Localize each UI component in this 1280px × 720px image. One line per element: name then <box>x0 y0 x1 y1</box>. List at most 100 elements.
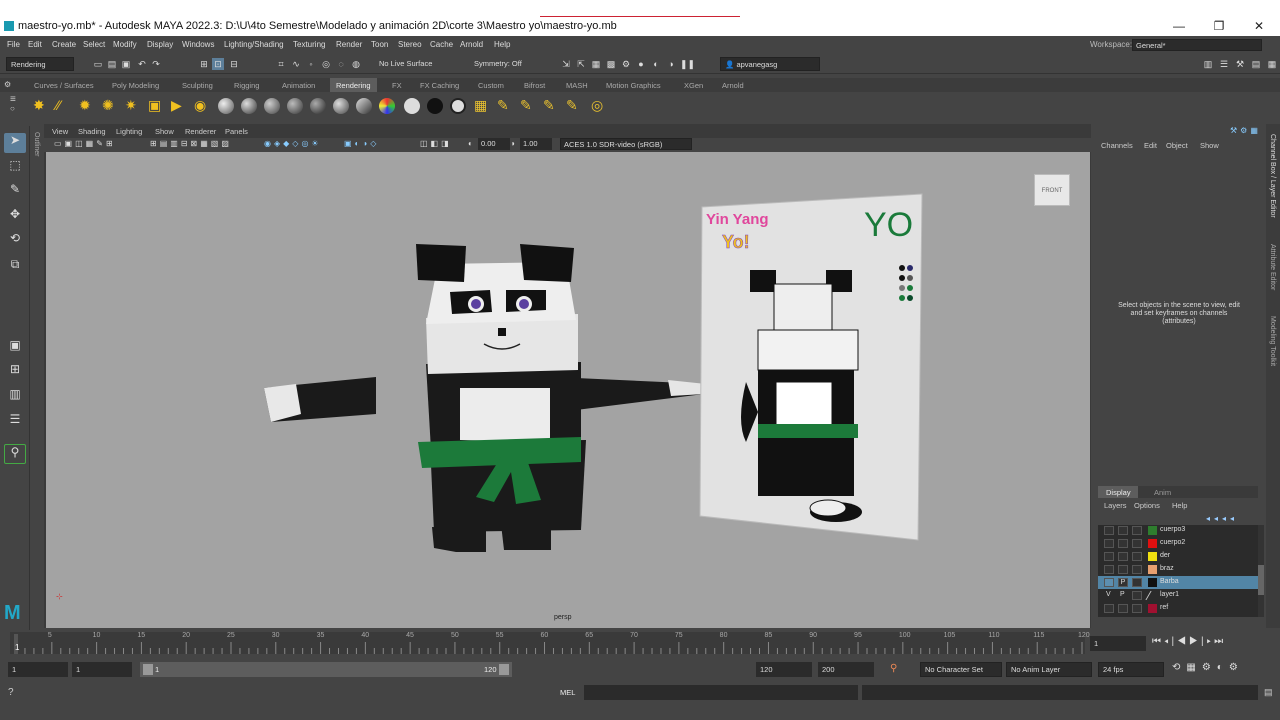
standard-surface-icon[interactable] <box>287 98 303 114</box>
tab-poly-modeling[interactable]: Poly Modeling <box>106 78 165 92</box>
layer-p-flag[interactable]: P <box>1120 591 1125 598</box>
close-button[interactable]: ✕ <box>1252 19 1266 33</box>
scale-tool-icon[interactable]: ⧉ <box>4 257 26 277</box>
channel-menu-object[interactable]: Object <box>1166 141 1188 150</box>
arnold-render-icon[interactable]: ◑ <box>665 58 677 70</box>
menu-render[interactable]: Render <box>336 40 362 49</box>
bake-icon[interactable]: ✎ <box>543 97 555 114</box>
ipr-render-icon[interactable]: ▩ <box>605 58 617 70</box>
tab-xgen[interactable]: XGen <box>678 78 709 92</box>
layer-row[interactable]: der <box>1098 550 1258 563</box>
minimize-button[interactable]: — <box>1172 19 1186 33</box>
ramp-shader-icon[interactable] <box>356 98 372 114</box>
playback-end-field[interactable]: 120 <box>756 662 812 677</box>
layer-menu-help[interactable]: Help <box>1172 501 1187 510</box>
side-tab-channel-box[interactable]: Channel Box / Layer Editor <box>1269 134 1276 218</box>
snap-view-icon[interactable]: ◎ <box>320 58 332 70</box>
scene-end-field[interactable]: 200 <box>818 662 874 677</box>
skydome-light-icon[interactable]: ◉ <box>194 97 206 114</box>
menu-windows[interactable]: Windows <box>182 40 214 49</box>
outlined-material-icon[interactable] <box>450 98 466 114</box>
color-space-dropdown[interactable]: ACES 1.0 SDR-video (sRGB) <box>560 138 692 150</box>
checker-texture-icon[interactable] <box>379 98 395 114</box>
layer-menu-layers[interactable]: Layers <box>1104 501 1127 510</box>
pause-icon[interactable]: ❚❚ <box>680 58 695 70</box>
history-icon[interactable]: ⇲ <box>560 58 572 70</box>
shading-mode-icons[interactable]: ◉◈◆◇◎☀ <box>264 139 322 148</box>
user-account-dropdown[interactable]: 👤 apvanegasg <box>720 57 820 71</box>
tab-motion-graphics[interactable]: Motion Graphics <box>600 78 667 92</box>
menu-edit[interactable]: Edit <box>28 40 42 49</box>
ambient-light-icon[interactable]: ✸ <box>33 97 45 114</box>
layer-row[interactable]: ref <box>1098 602 1258 615</box>
tool-settings-icon[interactable]: ⚒ <box>1234 58 1246 70</box>
move-tool-icon[interactable]: ✥ <box>4 207 26 227</box>
current-frame-field[interactable]: 1 <box>1090 636 1146 651</box>
anim-layer-dropdown[interactable]: No Anim Layer <box>1006 662 1092 677</box>
layer-row-selected[interactable]: P Barba <box>1098 576 1258 589</box>
command-input[interactable] <box>584 685 858 700</box>
isolate-select-icons[interactable]: ▣◐◑◇ <box>344 139 379 148</box>
live-surface-label[interactable]: No Live Surface <box>379 59 432 68</box>
spot-light-icon[interactable]: ✺ <box>102 97 114 114</box>
four-view-icon[interactable]: ⊞ <box>4 362 26 382</box>
search-icon[interactable]: ⚲ <box>4 444 26 464</box>
layer-menu-options[interactable]: Options <box>1134 501 1160 510</box>
gamma-field[interactable]: 1.00 <box>520 138 552 150</box>
menu-modify[interactable]: Modify <box>113 40 137 49</box>
anisotropic-material-icon[interactable] <box>310 98 326 114</box>
menu-lighting-shading[interactable]: Lighting/Shading <box>224 40 284 49</box>
menu-file[interactable]: File <box>7 40 20 49</box>
script-language-toggle[interactable]: MEL <box>560 688 575 697</box>
grid-display-icons[interactable]: ⊞▤▥⊟⊠▦▧▨ <box>150 139 232 148</box>
character-set-dropdown[interactable]: No Character Set <box>920 662 1002 677</box>
menu-toon[interactable]: Toon <box>371 40 388 49</box>
light-editor-icon[interactable]: ✎ <box>520 97 532 114</box>
maximize-button[interactable]: ❐ <box>1212 19 1226 33</box>
white-material-icon[interactable] <box>404 98 420 114</box>
black-material-icon[interactable] <box>427 98 443 114</box>
select-hierarchy-icon[interactable]: ⊞ <box>198 58 210 70</box>
new-scene-icon[interactable]: ▭ <box>92 58 104 70</box>
tab-anim[interactable]: Anim <box>1154 488 1171 497</box>
menu-help[interactable]: Help <box>494 40 510 49</box>
layer-scrollbar[interactable] <box>1258 525 1264 617</box>
viewport-menu-lighting[interactable]: Lighting <box>116 127 142 136</box>
layer-row[interactable]: cuerpo2 <box>1098 537 1258 550</box>
menu-arnold[interactable]: Arnold <box>460 40 483 49</box>
menu-texturing[interactable]: Texturing <box>293 40 325 49</box>
layer-row[interactable]: V P layer1 <box>1098 589 1258 602</box>
tab-fx[interactable]: FX <box>386 78 408 92</box>
outliner-layout-icon[interactable]: ☰ <box>4 412 26 432</box>
channel-menu-edit[interactable]: Edit <box>1144 141 1157 150</box>
side-tab-attribute-editor[interactable]: Attribute Editor <box>1269 244 1276 290</box>
persp-outliner-icon[interactable]: ▥ <box>4 387 26 407</box>
shelf-editor-icon[interactable]: ○ <box>10 104 15 113</box>
fps-dropdown[interactable]: 24 fps <box>1098 662 1164 677</box>
tab-display[interactable]: Display <box>1098 486 1138 498</box>
paint-select-icon[interactable]: ✎ <box>4 182 26 202</box>
layer-action-icons[interactable]: ◂◂◂◂ <box>1206 514 1238 523</box>
help-icon[interactable]: ? <box>8 687 14 698</box>
snap-edge-icon[interactable]: ◍ <box>350 58 362 70</box>
directional-light-icon[interactable]: ⁄⁄ <box>56 97 61 113</box>
symmetry-label[interactable]: Symmetry: Off <box>474 59 522 68</box>
viewport-menu-shading[interactable]: Shading <box>78 127 106 136</box>
layered-shader-icon[interactable] <box>333 98 349 114</box>
layer-row[interactable]: cuerpo3 <box>1098 524 1258 537</box>
viewport-menu-panels[interactable]: Panels <box>225 127 248 136</box>
layout-toggle-icon[interactable]: ▦ <box>1266 58 1278 70</box>
tab-rendering[interactable]: Rendering <box>330 78 377 92</box>
viewport-menu-view[interactable]: View <box>52 127 68 136</box>
single-perspective-icon[interactable]: ▣ <box>4 338 26 358</box>
channel-menu-channels[interactable]: Channels <box>1101 141 1133 150</box>
tab-curves-surfaces[interactable]: Curves / Surfaces <box>28 78 100 92</box>
save-scene-icon[interactable]: ▣ <box>120 58 132 70</box>
playback-controls-icons[interactable]: ⏮◂|◀▶|▸⏭ <box>1152 636 1226 647</box>
modeling-toolkit-icon[interactable]: ▥ <box>1202 58 1214 70</box>
outliner-side-label[interactable]: Outliner <box>33 132 40 157</box>
undo-icon[interactable]: ↶ <box>136 58 148 70</box>
view-cube[interactable]: FRONT <box>1034 174 1070 206</box>
redo-icon[interactable]: ↷ <box>150 58 162 70</box>
render-frame-icon[interactable]: ▦ <box>590 58 602 70</box>
